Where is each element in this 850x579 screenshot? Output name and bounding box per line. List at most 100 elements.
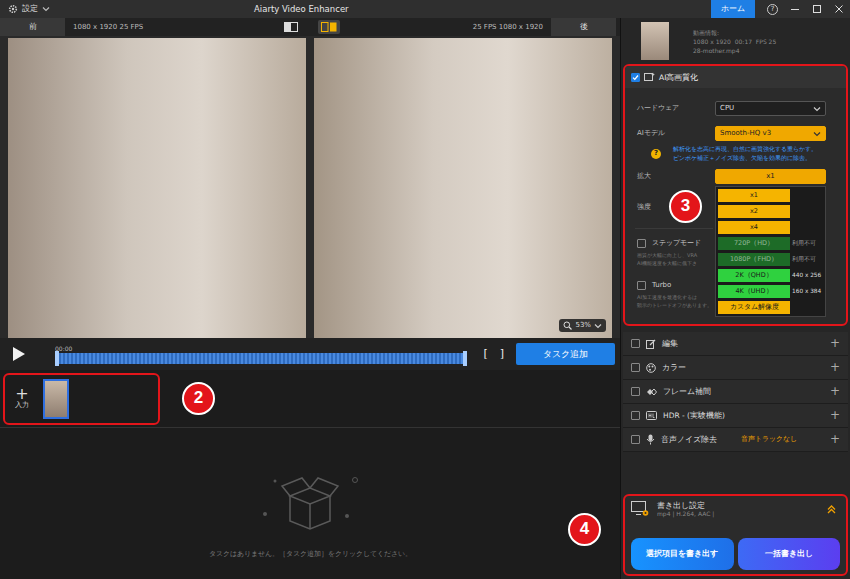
before-frame xyxy=(8,38,306,338)
close-icon[interactable] xyxy=(834,4,844,14)
scale-value[interactable]: x1 xyxy=(766,172,775,180)
option-detail: 利用不可 xyxy=(792,256,816,263)
timeline[interactable] xyxy=(55,353,467,364)
feature-row[interactable]: 編集 + xyxy=(623,332,848,356)
home-button[interactable]: ホーム xyxy=(711,0,755,18)
play-icon[interactable] xyxy=(12,346,26,362)
scale-option[interactable]: x2 xyxy=(718,205,823,218)
option-label[interactable]: カスタム解像度 xyxy=(730,304,779,312)
feature-row[interactable]: フレーム補間 + xyxy=(623,380,848,404)
option-detail: 160 x 384 xyxy=(792,288,821,295)
option-label[interactable]: x1 xyxy=(750,192,758,200)
view-mode-button[interactable] xyxy=(280,20,302,34)
help-button[interactable]: ? xyxy=(767,4,778,15)
plus-icon[interactable]: + xyxy=(15,387,28,401)
input-area: +入力 xyxy=(3,373,160,425)
checkbox[interactable] xyxy=(637,239,646,248)
checkbox[interactable] xyxy=(631,363,640,372)
collapse-icon[interactable] xyxy=(827,505,836,514)
zoom-level[interactable]: 53% xyxy=(575,321,591,329)
feature-label[interactable]: HDR - (実験機能) xyxy=(663,411,725,420)
scale-option[interactable]: x4 xyxy=(718,221,823,234)
time-label: 00:00 xyxy=(55,345,467,353)
feature-note: 音声トラックなし xyxy=(741,435,797,443)
set-out-button[interactable]: ] xyxy=(500,347,504,360)
set-in-button[interactable]: [ xyxy=(483,347,487,360)
annotation-marker: 3 xyxy=(669,190,702,223)
add-input-button[interactable]: +入力 xyxy=(15,387,29,409)
expand-button[interactable]: + xyxy=(830,384,840,398)
zoom-control[interactable]: 53% xyxy=(559,319,606,332)
model-select[interactable]: Smooth-HQ v3 xyxy=(715,126,826,141)
add-task-button[interactable]: タスク追加 xyxy=(516,343,615,365)
option-label[interactable]: 2K（QHD） xyxy=(735,272,772,280)
scale-select[interactable]: x1 xyxy=(715,169,826,184)
expand-button[interactable]: + xyxy=(830,408,840,422)
checkbox[interactable] xyxy=(631,339,640,348)
checkbox[interactable] xyxy=(631,411,640,420)
annotation-marker: 2 xyxy=(182,382,215,415)
export-format: mp4 | H.264, AAC | xyxy=(657,510,714,517)
hardware-label: ハードウェア xyxy=(637,104,715,112)
export-all-button[interactable]: 一括書き出し xyxy=(738,538,841,570)
export-title[interactable]: 書き出し設定 xyxy=(657,501,714,510)
clip-thumbnail[interactable] xyxy=(43,379,69,419)
settings-label[interactable]: 設定 xyxy=(22,4,38,14)
hardware-value[interactable]: CPU xyxy=(720,104,734,112)
playhead[interactable] xyxy=(55,351,59,366)
feature-label[interactable]: 編集 xyxy=(662,339,678,348)
export-panel: 書き出し設定mp4 | H.264, AAC | 選択項目を書き出す一括書き出し xyxy=(623,494,848,576)
settings-menu[interactable]: 設定 xyxy=(0,4,62,14)
feature-label[interactable]: カラー xyxy=(662,363,686,372)
window-title: Aiarty Video Enhancer xyxy=(254,4,349,14)
scale-dropdown[interactable]: x1x2x4720P（HD）利用不可1080P（FHD）利用不可2K（QHD）4… xyxy=(715,186,826,317)
expand-button[interactable]: + xyxy=(830,360,840,374)
before-info: 1080 x 1920 25 FPS xyxy=(73,23,143,31)
scale-option[interactable]: 1080P（FHD） 利用不可 xyxy=(718,253,823,266)
help-icon[interactable]: ? xyxy=(651,149,661,159)
scale-option[interactable]: x1 xyxy=(718,189,823,202)
option-label[interactable]: x2 xyxy=(750,208,758,216)
option-label[interactable]: 720P（HD） xyxy=(734,240,774,248)
checkbox[interactable] xyxy=(637,281,646,290)
scale-option[interactable]: 2K（QHD）440 x 256 xyxy=(718,269,823,282)
empty-box-icon xyxy=(255,466,365,536)
hardware-select[interactable]: CPU xyxy=(715,101,826,116)
checkbox[interactable] xyxy=(631,387,640,396)
feature-row[interactable]: カラー + xyxy=(623,356,848,380)
section-title[interactable]: AI高画質化 xyxy=(659,73,698,82)
maximize-icon[interactable] xyxy=(812,4,822,14)
gear-icon xyxy=(8,4,18,14)
option-label[interactable]: x4 xyxy=(750,224,758,232)
feature-row[interactable]: 音声ノイズ除去 音声トラックなし + xyxy=(623,428,848,452)
expand-button[interactable]: + xyxy=(830,432,840,446)
feature-row[interactable]: HDR - (実験機能) + xyxy=(623,404,848,428)
checkbox[interactable] xyxy=(631,73,640,82)
annotation-marker: 4 xyxy=(568,513,601,546)
expand-button[interactable]: + xyxy=(830,336,840,350)
microphone-icon xyxy=(646,434,655,445)
option-label[interactable]: 4K（UHD） xyxy=(735,288,772,296)
scale-option[interactable]: 720P（HD）利用不可 xyxy=(718,237,823,250)
feature-label[interactable]: 音声ノイズ除去 xyxy=(661,435,717,444)
export-selected-button[interactable]: 選択項目を書き出す xyxy=(631,538,734,570)
option-label-box: x4 xyxy=(718,221,790,234)
info-title: 動画情報: xyxy=(693,28,776,37)
feature-label[interactable]: フレーム補間 xyxy=(663,387,711,396)
description-line: ピンボケ補正＋ノイズ除去、欠陥を効果的に除去。 xyxy=(673,154,817,163)
scale-option[interactable]: 4K（UHD） 160 x 384 xyxy=(718,285,823,298)
view-mode-button[interactable] xyxy=(318,20,340,34)
video-thumbnail xyxy=(641,22,669,60)
step-mode-label[interactable]: ステップモード xyxy=(652,239,701,247)
player-bar: 00:00 [] タスク追加 xyxy=(0,338,620,370)
model-value[interactable]: Smooth-HQ v3 xyxy=(720,129,771,137)
scale-option[interactable]: カスタム解像度 xyxy=(718,301,823,314)
minimize-icon[interactable] xyxy=(790,4,800,14)
check-icon xyxy=(632,74,639,81)
option-label[interactable]: 1080P（FHD） xyxy=(730,256,778,264)
chevron-down-icon xyxy=(42,6,50,12)
checkbox[interactable] xyxy=(631,435,640,444)
end-handle[interactable] xyxy=(463,351,467,366)
turbo-label[interactable]: Turbo xyxy=(652,281,671,289)
add-input-label[interactable]: 入力 xyxy=(15,401,29,409)
